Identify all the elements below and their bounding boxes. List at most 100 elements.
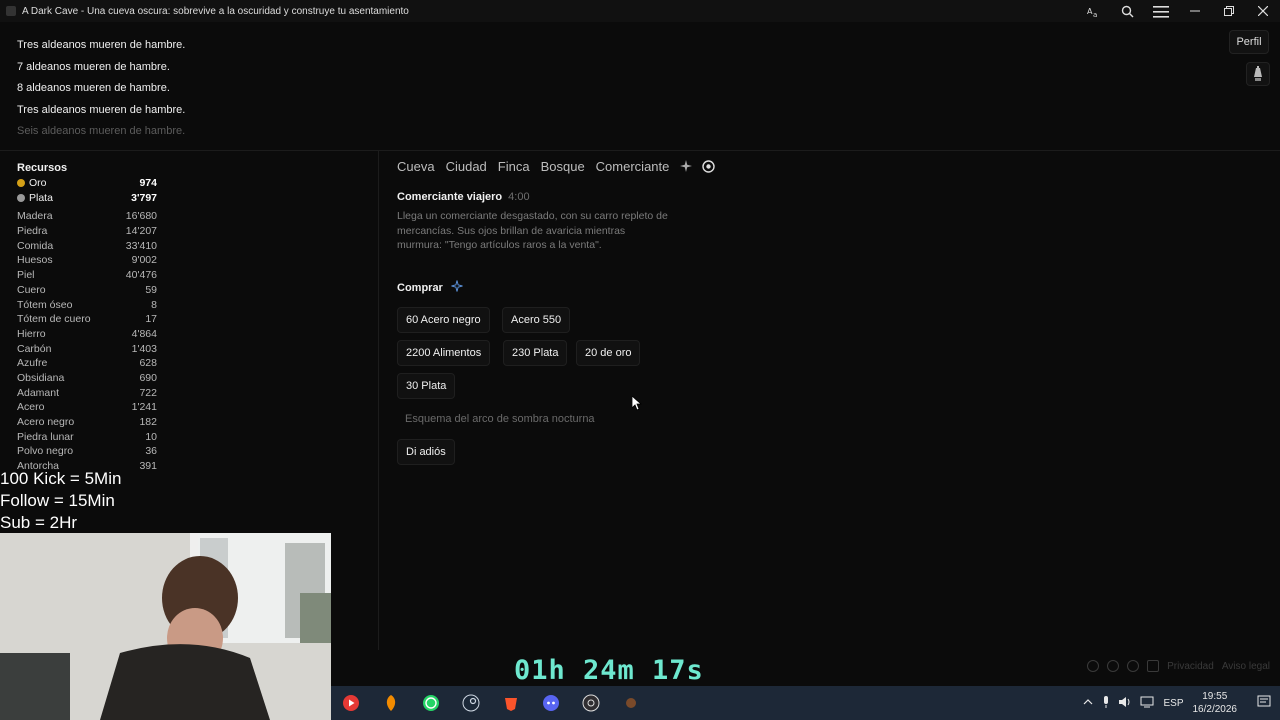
- app-icon: [6, 6, 16, 16]
- buy-offer-button[interactable]: Acero 550: [502, 307, 571, 333]
- whatsapp-app-icon[interactable]: [411, 686, 451, 720]
- network-icon[interactable]: [1140, 696, 1154, 711]
- menu-icon[interactable]: [1144, 0, 1178, 22]
- resource-name: Acero: [17, 401, 45, 414]
- merchant-title: Comerciante viajero: [397, 191, 503, 203]
- resource-row: Huesos 9'002: [17, 253, 157, 268]
- resource-value: 974: [139, 177, 157, 189]
- resource-row: Tótem óseo 8: [17, 298, 157, 313]
- resource-row: Hierro 4'864: [17, 327, 157, 342]
- discord-icon[interactable]: [1127, 660, 1140, 672]
- chevron-up-icon[interactable]: [1083, 698, 1093, 709]
- mail-icon[interactable]: [1147, 660, 1160, 672]
- tab-comerciante[interactable]: Comerciante: [596, 159, 670, 174]
- resource-name: Azufre: [17, 357, 48, 370]
- resource-value: 690: [139, 371, 157, 384]
- resource-row: Piedra 14'207: [17, 224, 157, 239]
- sparkle-outline-icon: [451, 280, 463, 295]
- notifications-icon[interactable]: [1257, 695, 1271, 712]
- resource-name: Piedra lunar: [17, 430, 74, 443]
- stream-line: Follow = 15Min: [0, 491, 115, 510]
- resource-row: Polvo negro 36: [17, 444, 157, 459]
- resource-row: Piedra lunar 10: [17, 430, 157, 445]
- unknown-app-icon[interactable]: [611, 686, 651, 720]
- translate-icon[interactable]: Aa: [1076, 0, 1110, 22]
- fl-studio-app-icon[interactable]: [371, 686, 411, 720]
- buy-offer-button[interactable]: 60 Acero negro: [397, 307, 490, 333]
- buy-header: Comprar: [397, 280, 463, 295]
- resources-title: Recursos: [17, 162, 68, 174]
- resource-name: Tótem óseo: [17, 298, 73, 311]
- profile-button[interactable]: Perfil: [1229, 30, 1269, 54]
- say-goodbye-button[interactable]: Di adiós: [397, 439, 455, 465]
- resource-row: Adamant 722: [17, 386, 157, 401]
- restore-icon[interactable]: [1212, 0, 1246, 22]
- buy-offer-button[interactable]: 30 Plata: [397, 373, 456, 399]
- microphone-icon[interactable]: [1102, 695, 1110, 711]
- resource-value: 14'207: [125, 225, 157, 238]
- resource-value: 8: [151, 298, 157, 311]
- sparkle-icon[interactable]: [680, 160, 693, 172]
- resource-value: 17: [145, 313, 157, 326]
- resource-name: Acero negro: [17, 416, 75, 428]
- taskbar-clock[interactable]: 19:55 16/2/2026: [1193, 690, 1238, 716]
- resource-row: Cuero 59: [17, 283, 157, 298]
- privacy-link[interactable]: Privacidad: [1167, 661, 1214, 672]
- instagram-icon[interactable]: [1107, 660, 1120, 672]
- footer-links: Privacidad Aviso legal: [1087, 660, 1270, 672]
- resource-name: Piedra: [17, 225, 48, 238]
- resource-value: 3'797: [131, 191, 157, 204]
- speaker-icon[interactable]: [1119, 696, 1131, 711]
- tab-ciudad[interactable]: Ciudad: [446, 159, 487, 174]
- close-icon[interactable]: [1246, 0, 1280, 22]
- tab-bosque[interactable]: Bosque: [541, 159, 585, 174]
- resource-value: 4'864: [131, 327, 157, 340]
- resource-value: 10: [145, 430, 157, 443]
- resource-value: 40'476: [125, 269, 157, 282]
- target-icon[interactable]: [702, 159, 716, 173]
- discord-app-icon[interactable]: [531, 686, 571, 720]
- log-line: 8 aldeanos mueren de hambre.: [17, 82, 170, 95]
- window-title: A Dark Cave - Una cueva oscura: sobreviv…: [22, 5, 409, 17]
- buy-offer-button[interactable]: 230 Plata: [503, 340, 568, 366]
- brave-app-icon[interactable]: [491, 686, 531, 720]
- buy-offer-button[interactable]: 2200 Alimentos: [397, 340, 491, 366]
- buy-offer-disabled: Esquema del arco de sombra nocturna: [405, 413, 595, 425]
- event-log: Tres aldeanos mueren de hambre. 7 aldean…: [17, 35, 517, 143]
- log-line: Tres aldeanos mueren de hambre.: [17, 103, 186, 116]
- webcam-feed: [0, 533, 331, 720]
- resource-value: 391: [139, 460, 157, 473]
- resource-name: Cuero: [17, 283, 46, 296]
- resources-panel: Recursos Oro 974 Plata 3'797 Madera 16'68…: [17, 160, 157, 474]
- obs-app-icon[interactable]: [571, 686, 611, 720]
- lamp-button[interactable]: [1246, 62, 1270, 86]
- resource-value: 9'002: [131, 254, 157, 267]
- resource-name: Obsidiana: [17, 371, 65, 384]
- resource-value: 36: [145, 445, 157, 458]
- log-line: Seis aldeanos mueren de hambre.: [17, 125, 186, 138]
- youtube-app-icon[interactable]: [331, 686, 371, 720]
- input-language[interactable]: ESP: [1163, 698, 1183, 709]
- resource-name: Carbón: [17, 342, 52, 355]
- minimize-icon[interactable]: [1178, 0, 1212, 22]
- zoom-icon[interactable]: [1110, 0, 1144, 22]
- stream-overlay-text: 100 Kick = 5Min Follow = 15Min Sub = 2Hr: [0, 468, 121, 534]
- tab-cueva[interactable]: Cueva: [397, 159, 435, 174]
- header-divider: [0, 150, 1280, 151]
- reddit-icon[interactable]: [1087, 660, 1100, 672]
- resource-value: 16'680: [125, 210, 157, 223]
- resource-name: Adamant: [17, 386, 60, 399]
- merchant-timer: 4:00: [508, 191, 530, 203]
- merchant-header: Comerciante viajero 4:00: [397, 191, 530, 203]
- resource-value: 1'403: [131, 342, 157, 355]
- resource-value: 33'410: [125, 239, 157, 252]
- lamp-icon: [1254, 66, 1262, 81]
- resource-name: Piel: [17, 269, 35, 282]
- buy-offer-button[interactable]: 20 de oro: [576, 340, 641, 366]
- buy-title: Comprar: [397, 281, 443, 294]
- steam-app-icon[interactable]: [451, 686, 491, 720]
- tab-finca[interactable]: Finca: [498, 159, 530, 174]
- window-controls: Aa: [1076, 0, 1280, 22]
- gold-coin-icon: [17, 179, 25, 188]
- legal-link[interactable]: Aviso legal: [1222, 661, 1270, 672]
